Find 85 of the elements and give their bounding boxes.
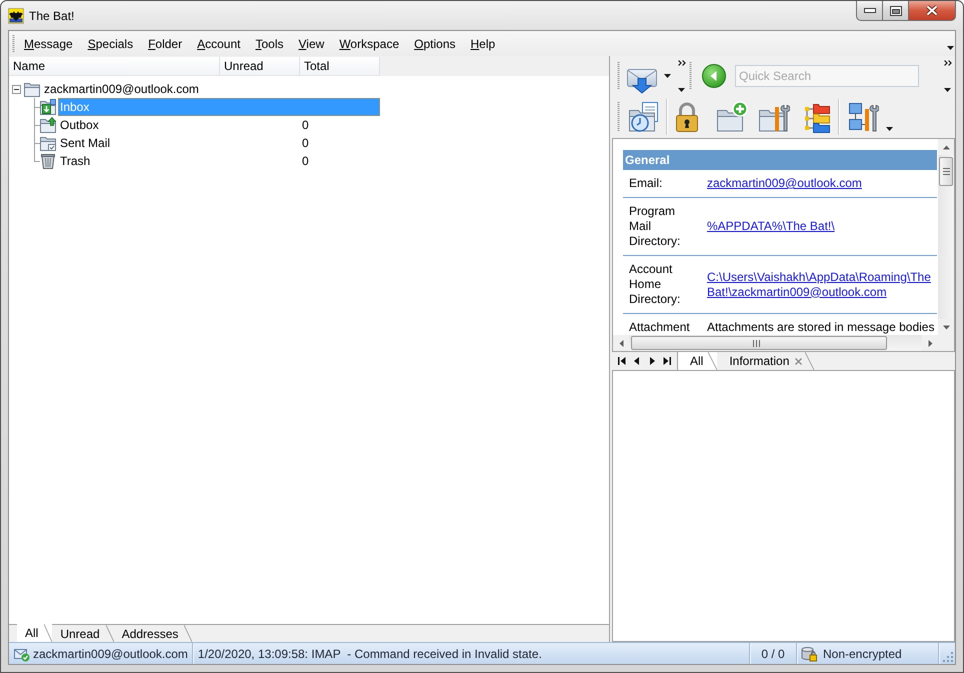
clock-document-icon[interactable]: [628, 101, 660, 133]
maximize-icon: [890, 6, 902, 16]
vertical-scrollbar[interactable]: [938, 139, 954, 335]
info-value: Attachments are stored in message bodies: [707, 320, 936, 335]
menu-item[interactable]: Account: [190, 34, 248, 52]
folder-up-arrow-icon: [40, 117, 56, 133]
menu-item[interactable]: Options: [407, 34, 462, 52]
last-page-icon[interactable]: [663, 357, 671, 365]
search-field[interactable]: Quick Search: [735, 65, 919, 87]
column-header[interactable]: Total: [300, 57, 380, 76]
caret-icon[interactable]: [678, 88, 685, 92]
window-title: The Bat!: [29, 8, 74, 22]
total-count: 0: [301, 118, 309, 132]
info-label: Program Mail Directory:: [629, 204, 682, 249]
menu-item[interactable]: Message: [17, 34, 80, 52]
column-header[interactable]: Unread: [220, 57, 300, 76]
previous-icon[interactable]: [633, 357, 641, 365]
minimize-button[interactable]: [856, 1, 882, 21]
section-header: General: [623, 150, 937, 170]
account-name[interactable]: zackmartin009@outlook.com: [44, 82, 199, 96]
info-link[interactable]: %APPDATA%\The Bat!\: [707, 219, 937, 234]
network-wrench-icon[interactable]: [847, 101, 879, 133]
scrollbar-thumb[interactable]: [939, 157, 953, 186]
menu-item[interactable]: Folder: [141, 34, 190, 52]
status-message: 1/20/2020, 13:09:58: IMAP - Command received in Invalid state.: [198, 646, 542, 660]
first-page-icon[interactable]: [618, 357, 626, 365]
minimize-icon: [864, 8, 876, 13]
encryption-status: Non-encrypted: [823, 646, 902, 660]
folder-name[interactable]: Sent Mail: [58, 136, 110, 150]
padlock-icon[interactable]: [673, 101, 701, 133]
folder-name[interactable]: Outbox: [58, 118, 99, 132]
database-lock-icon: [801, 646, 817, 662]
maximize-button[interactable]: [882, 1, 909, 21]
tab[interactable]: All: [678, 352, 718, 370]
back-button-icon[interactable]: [702, 64, 726, 88]
message-counter: 0 / 0: [761, 646, 785, 660]
horizontal-scrollbar[interactable]: [613, 335, 938, 351]
total-count: 0: [301, 136, 309, 150]
info-link[interactable]: zackmartin009@outlook.com: [707, 176, 937, 191]
folder-down-arrow-icon: [40, 99, 56, 115]
scroll-right-icon[interactable]: [926, 340, 934, 346]
info-label: Attachment: [629, 320, 691, 335]
close-icon: [925, 4, 939, 17]
menu-item[interactable]: Specials: [80, 34, 140, 52]
bat-logo-icon[interactable]: [8, 8, 24, 24]
scrollbar-thumb[interactable]: [631, 336, 887, 350]
info-link[interactable]: C:\Users\Vaishakh\AppData\Roaming\The Bat!\zackmartin009@outlook.com: [707, 270, 937, 300]
grip-handle-icon[interactable]: [12, 35, 15, 52]
caret-icon[interactable]: [947, 46, 954, 50]
tab[interactable]: Addresses: [114, 625, 192, 642]
column-header[interactable]: Name: [9, 57, 220, 76]
tab[interactable]: Unread: [52, 625, 114, 642]
grip-handle-icon[interactable]: [689, 62, 692, 90]
chevron-icon[interactable]: [944, 60, 952, 66]
info-label: Email:: [629, 176, 664, 191]
trash-can-icon: [40, 153, 56, 169]
caret-icon[interactable]: [886, 127, 893, 131]
resize-grip-icon[interactable]: [941, 650, 953, 662]
status-account: zackmartin009@outlook.com: [33, 646, 188, 660]
next-icon[interactable]: [648, 357, 656, 365]
info-label: Account Home Directory:: [629, 262, 682, 307]
folder-check-icon: [40, 135, 56, 151]
caret-icon[interactable]: [944, 88, 951, 92]
scroll-up-icon[interactable]: [942, 144, 950, 150]
tab[interactable]: All: [17, 624, 52, 642]
folder-icon: [24, 81, 40, 97]
total-count: 0: [301, 154, 309, 168]
tab[interactable]: Information: [717, 352, 814, 370]
grip-handle-icon[interactable]: [617, 62, 620, 90]
menu-item[interactable]: Tools: [248, 34, 290, 52]
menu-item[interactable]: View: [292, 34, 332, 52]
scroll-left-icon[interactable]: [618, 340, 624, 346]
scroll-down-icon[interactable]: [942, 324, 950, 330]
close-button[interactable]: [909, 1, 956, 21]
folder-tree-icon[interactable]: [802, 101, 830, 133]
menu-item[interactable]: Help: [464, 34, 502, 52]
chevron-icon[interactable]: [678, 60, 686, 66]
close-icon[interactable]: [795, 358, 802, 364]
collapse-icon[interactable]: [12, 84, 21, 94]
envelope-down-arrow-icon[interactable]: [626, 66, 658, 94]
folder-plus-icon[interactable]: [716, 101, 748, 133]
grip-handle-icon[interactable]: [617, 102, 620, 132]
folder-name[interactable]: Trash: [58, 154, 90, 168]
menu-item[interactable]: Workspace: [332, 34, 406, 52]
caret-icon[interactable]: [664, 74, 671, 78]
